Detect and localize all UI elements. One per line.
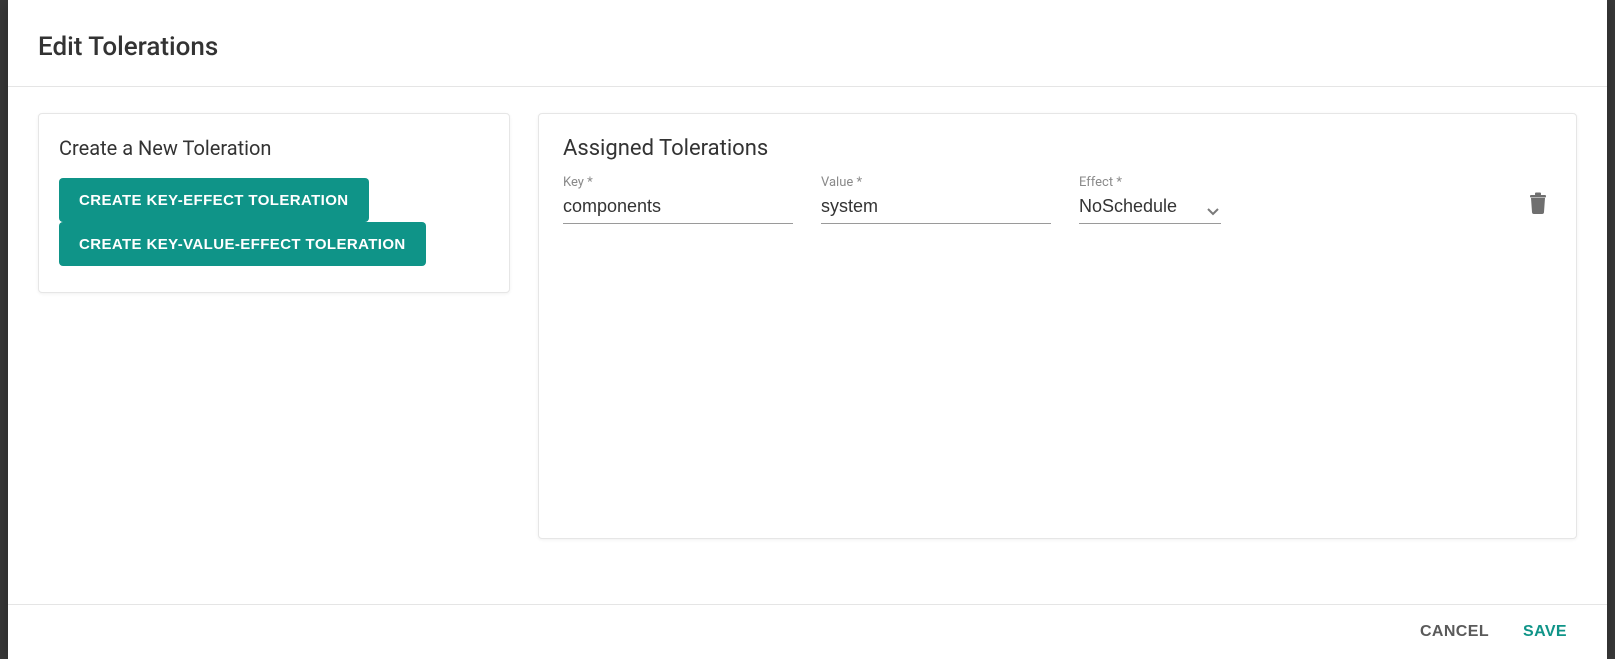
create-toleration-title: Create a New Toleration xyxy=(59,136,489,160)
save-button[interactable]: SAVE xyxy=(1523,623,1567,641)
trash-icon xyxy=(1528,192,1548,214)
assigned-tolerations-title: Assigned Tolerations xyxy=(563,136,1552,161)
create-key-effect-button[interactable]: CREATE KEY-EFFECT TOLERATION xyxy=(59,178,369,222)
value-field: Value * xyxy=(821,175,1051,224)
key-field: Key * xyxy=(563,175,793,224)
create-key-value-effect-button[interactable]: CREATE KEY-VALUE-EFFECT TOLERATION xyxy=(59,222,426,266)
modal-body: Create a New Toleration CREATE KEY-EFFEC… xyxy=(8,87,1607,604)
create-toleration-card: Create a New Toleration CREATE KEY-EFFEC… xyxy=(38,113,510,293)
cancel-button[interactable]: CANCEL xyxy=(1420,623,1489,641)
modal-footer: CANCEL SAVE xyxy=(8,604,1607,659)
modal-title: Edit Tolerations xyxy=(38,32,1577,62)
modal-backdrop: Edit Tolerations Create a New Toleration… xyxy=(0,0,1615,659)
effect-field: Effect * xyxy=(1079,175,1221,224)
key-input[interactable] xyxy=(563,192,793,224)
value-label: Value * xyxy=(821,175,1051,190)
delete-row-button[interactable] xyxy=(1524,188,1552,218)
key-label: Key * xyxy=(563,175,793,190)
effect-label: Effect * xyxy=(1079,175,1221,190)
row-actions xyxy=(1524,188,1552,224)
edit-tolerations-modal: Edit Tolerations Create a New Toleration… xyxy=(8,0,1607,659)
effect-select[interactable] xyxy=(1079,192,1221,224)
assigned-tolerations-card: Assigned Tolerations Key * Value * Effec… xyxy=(538,113,1577,539)
toleration-row: Key * Value * Effect * xyxy=(563,175,1552,224)
modal-header: Edit Tolerations xyxy=(8,0,1607,87)
value-input[interactable] xyxy=(821,192,1051,224)
